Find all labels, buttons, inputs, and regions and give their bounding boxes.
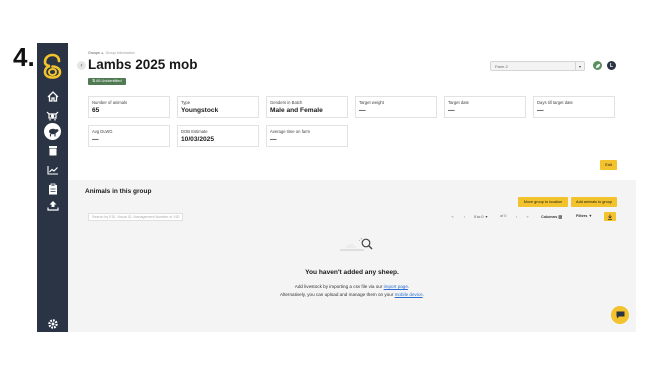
stat-days-till-target-date: Days till target date — [533,96,615,118]
period: . [422,292,424,297]
stat-value: — [359,107,366,114]
stat-dob-estimate: DOB Estimate 10/03/2025 [177,125,259,147]
next-page-icon[interactable]: › [513,213,520,220]
main-content: Groups ▸ Group Information ‹ Lambs 2025 mo… [68,43,636,332]
empty-state-text: Alternatively, you can upload and manage… [280,292,394,297]
edit-button[interactable]: Edit [600,160,617,170]
stat-number-of-animals: Number of animals 65 [88,96,170,118]
farm-select[interactable]: Farm 2 ▾ [490,61,585,71]
settings-icon[interactable] [46,317,59,330]
stat-label: Type [181,100,191,105]
stat-value: Male and Female [270,107,323,114]
stat-label: Avg DLWG [92,129,113,134]
avatar[interactable]: L [607,61,616,70]
stat-value: — [92,136,99,143]
breadcrumb-current: Group Information [105,51,135,55]
notifications-button[interactable] [593,61,602,70]
empty-state-title: You haven't added any sheep. [305,269,399,276]
page-title: Lambs 2025 mob [88,57,198,72]
pager-total: of 0 [500,214,507,218]
app-window: Groups ▸ Group Information ‹ Lambs 2025 mo… [37,43,636,332]
stat-target-date: Target date — [444,96,526,118]
tasks-icon[interactable] [46,182,59,195]
stat-genders-in-batch: Genders in Batch Male and Female [266,96,348,118]
filter-icon: ▼ [588,214,593,218]
stat-label: Target weight [359,100,384,105]
sidebar [37,43,68,332]
chat-icon [616,311,624,319]
move-group-button[interactable]: Move group to location [518,197,568,207]
stat-label: Number of animals [92,100,128,105]
stat-target-weight: Target weight — [355,96,437,118]
stat-value: 10/03/2025 [181,136,215,143]
empty-state-line-1: Add livestock by importing a csv file vi… [68,284,636,289]
empty-search-illustration [338,237,378,253]
section-title: Animals in this group [85,188,152,195]
stat-value: Youngstock [181,107,219,114]
stat-value: 65 [92,107,100,114]
stat-value: — [537,107,544,114]
columns-button[interactable]: Columns ▥ [541,214,562,219]
first-page-icon[interactable]: « [449,213,456,220]
stat-avg-dlwg: Avg DLWG — [88,125,170,147]
chevron-left-icon: ‹ [80,62,83,69]
reports-icon[interactable] [46,163,59,176]
breadcrumb: Groups ▸ Group Information [88,51,135,55]
stat-average-time-on-farm: Average time on farm — [266,125,348,147]
upload-icon[interactable] [46,199,59,212]
status-badge-label: 65 Unidentified [96,79,122,83]
import-page-link[interactable]: import page [384,284,408,289]
breadcrumb-parent[interactable]: Groups [88,51,100,55]
home-icon[interactable] [46,90,59,103]
step-marker: 4. [13,42,35,72]
group-header-panel: Groups ▸ Group Information ‹ Lambs 2025 mo… [68,43,636,180]
download-icon [608,214,612,220]
stat-label: Target date [448,100,469,105]
empty-state-text: Add livestock by importing a csv file vi… [294,284,383,289]
per-page-value: 0 to 0 [474,214,484,219]
add-animals-button[interactable]: Add animals to group [571,197,617,207]
columns-label: Columns [541,215,558,219]
chevron-down-icon: ▾ [575,62,584,70]
stat-label: Genders in Batch [270,100,303,105]
stat-label: Average time on farm [270,129,310,134]
farm-select-value: Farm 2 [495,64,508,69]
period: . [407,284,410,289]
last-page-icon[interactable]: » [524,213,531,220]
sheep-icon[interactable] [44,123,61,140]
search-input[interactable]: Search by EID, Visual ID, Management Num… [88,213,183,221]
stat-label: Days till target date [537,100,573,105]
back-button[interactable]: ‹ [77,61,86,70]
leaf-icon [595,63,600,68]
filters-button[interactable]: Filters ▼ [576,214,592,218]
filters-label: Filters [576,214,588,218]
cattle-icon[interactable] [46,109,59,122]
mobile-device-link[interactable]: mobile device [395,292,423,297]
empty-state-line-2: Alternatively, you can upload and manage… [68,292,636,297]
status-badge: ⇅ 65 Unidentified [88,78,126,85]
prev-page-icon[interactable]: ‹ [461,213,468,220]
chat-button[interactable] [611,306,629,324]
chevron-down-icon: ▾ [485,215,488,219]
columns-icon: ▥ [558,215,562,219]
stat-value: — [448,107,455,114]
stat-label: DOB Estimate [181,129,208,134]
stat-value: — [270,136,277,143]
stat-type: Type Youngstock [177,96,259,118]
feed-icon[interactable] [46,144,59,157]
logo-icon[interactable] [42,53,63,79]
per-page-select[interactable]: 0 to 0 ▾ [474,213,496,220]
export-button[interactable] [604,212,616,221]
animals-in-group-section: Animals in this group Move group to loca… [68,180,636,332]
breadcrumb-separator: ▸ [101,51,104,55]
